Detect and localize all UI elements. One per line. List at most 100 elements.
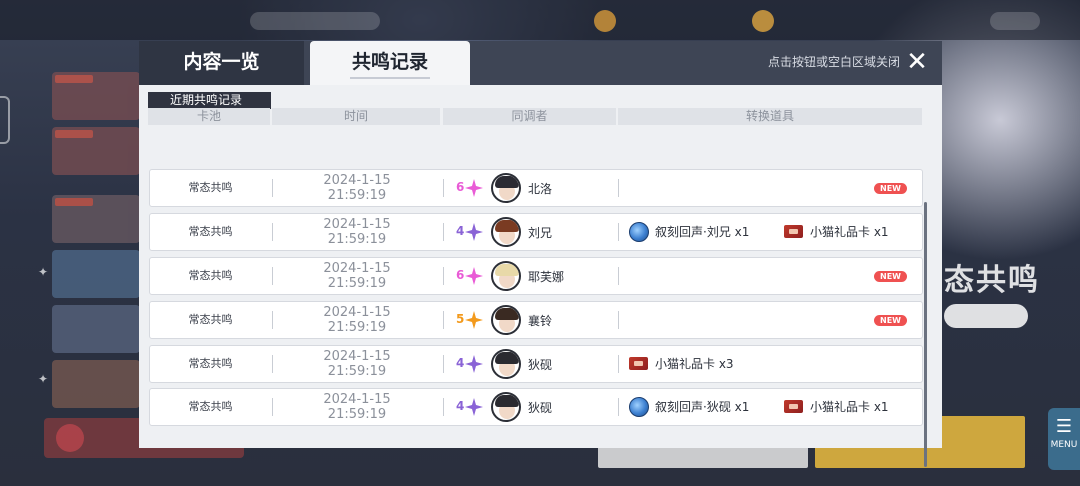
plus-icon: ✦: [38, 372, 49, 386]
item-label: 小猫礼品卡 x3: [655, 357, 734, 371]
gift-card-icon: [784, 225, 803, 238]
pool-name: 常态共鸣: [188, 225, 233, 238]
record-date: 2024-1-15: [323, 349, 391, 364]
event-banner[interactable]: [52, 250, 140, 298]
conversion-item: 叙刻回声·狄砚 x1: [629, 397, 750, 417]
record-date: 2024-1-15: [323, 305, 391, 320]
record-date: 2024-1-15: [323, 217, 391, 232]
scrollbar[interactable]: [924, 202, 927, 467]
currency-icon: [752, 10, 774, 32]
close-hint: 点击按钮或空白区域关闭: [767, 55, 900, 69]
pool-name: 常态共鸣: [188, 400, 233, 413]
resonator-avatar: [491, 217, 521, 247]
event-banner[interactable]: [52, 305, 140, 353]
pool-name: 常态共鸣: [188, 357, 233, 370]
record-date: 2024-1-15: [323, 392, 391, 407]
star-icon: [465, 267, 483, 285]
record-time: 2024-1-15 21:59:19: [272, 392, 442, 422]
left-edge-tab[interactable]: [0, 96, 10, 144]
table-row[interactable]: 常态共鸣 2024-1-15 21:59:19 4 刘兄 叙刻回声·刘兄 x1 …: [149, 213, 923, 251]
tab-content-overview[interactable]: 内容一览: [139, 41, 304, 85]
resonator-avatar: [491, 261, 521, 291]
table-row[interactable]: 常态共鸣 2024-1-15 21:59:19 5 襄铃 NEW: [149, 301, 923, 339]
resonator-name: 狄砚: [528, 358, 553, 372]
table-row[interactable]: 常态共鸣 2024-1-15 21:59:19 6 耶芙娜 NEW: [149, 257, 923, 295]
item-label: 叙刻回声·狄砚 x1: [655, 400, 750, 414]
record-time: 2024-1-15 21:59:19: [272, 217, 442, 247]
pool-name: 常态共鸣: [188, 313, 233, 326]
divider: [618, 398, 619, 416]
event-banner[interactable]: [52, 195, 140, 243]
divider: [618, 223, 619, 241]
record-time: 2024-1-15 21:59:19: [272, 305, 442, 335]
star-icon: [465, 223, 483, 241]
resonator-name: 狄砚: [528, 401, 553, 415]
event-banner[interactable]: [52, 360, 140, 408]
tab-label: 共鸣记录: [351, 51, 428, 73]
event-banner[interactable]: [52, 127, 140, 175]
resonator-name: 襄铃: [528, 314, 553, 328]
resonance-record-dialog: 内容一览 共鸣记录 点击按钮或空白区域关闭 ✕ 近期共鸣记录 卡池 时间 同调者…: [139, 41, 942, 467]
divider: [443, 355, 444, 373]
section-label: 近期共鸣记录: [148, 92, 271, 109]
status-chip: [990, 12, 1040, 30]
record-clock: 21:59:19: [327, 232, 387, 247]
resonator-name: 北洛: [528, 182, 553, 196]
conversion-item: 小猫礼品卡 x3: [629, 356, 734, 374]
top-status-bar: [0, 0, 1080, 40]
record-clock: 21:59:19: [327, 364, 387, 379]
close-icon[interactable]: ✕: [904, 49, 930, 75]
event-banner[interactable]: [52, 72, 140, 120]
background-detail-button[interactable]: [944, 304, 1028, 328]
divider: [443, 311, 444, 329]
record-time: 2024-1-15 21:59:19: [272, 261, 442, 291]
divider: [443, 179, 444, 197]
resonator-avatar: [491, 349, 521, 379]
menu-label: MENU: [1050, 440, 1078, 450]
echo-icon: [629, 397, 649, 417]
new-badge: NEW: [874, 183, 907, 194]
divider: [443, 398, 444, 416]
star-icon: [465, 398, 483, 416]
background-pool-title: 态共鸣: [944, 263, 1040, 298]
currency-icon: [594, 10, 616, 32]
record-clock: 21:59:19: [327, 276, 387, 291]
table-row[interactable]: 常态共鸣 2024-1-15 21:59:19 6 北洛 NEW: [149, 169, 923, 207]
record-clock: 21:59:19: [327, 407, 387, 422]
divider: [618, 267, 619, 285]
echo-icon: [629, 222, 649, 242]
divider: [618, 311, 619, 329]
star-icon: [465, 179, 483, 197]
table-row[interactable]: 常态共鸣 2024-1-15 21:59:19 4 狄砚 小猫礼品卡 x3: [149, 345, 923, 383]
record-clock: 21:59:19: [327, 320, 387, 335]
conversion-item: 小猫礼品卡 x1: [784, 224, 889, 242]
record-panel: 近期共鸣记录 卡池 时间 同调者 转换道具 常态共鸣 2024-1-15 21:…: [139, 85, 942, 467]
divider: [443, 223, 444, 241]
column-header-resonator: 同调者: [443, 108, 616, 125]
menu-button[interactable]: ☰ MENU: [1048, 408, 1080, 470]
column-header-time: 时间: [272, 108, 440, 125]
new-badge: NEW: [874, 315, 907, 326]
gift-card-icon: [629, 357, 648, 370]
tab-resonance-record[interactable]: 共鸣记录: [310, 41, 470, 85]
resonator-avatar: [491, 305, 521, 335]
dialog-tab-bar: 内容一览 共鸣记录 点击按钮或空白区域关闭 ✕: [139, 41, 942, 85]
record-time: 2024-1-15 21:59:19: [272, 173, 442, 203]
status-chip: [250, 12, 380, 30]
table-row[interactable]: 常态共鸣 2024-1-15 21:59:19 4 狄砚 叙刻回声·狄砚 x1 …: [149, 388, 923, 426]
divider: [443, 267, 444, 285]
resonator-avatar: [491, 173, 521, 203]
record-date: 2024-1-15: [323, 261, 391, 276]
record-clock: 21:59:19: [327, 188, 387, 203]
pool-name: 常态共鸣: [188, 269, 233, 282]
resonator-name: 耶芙娜: [528, 270, 565, 284]
divider: [618, 355, 619, 373]
plus-icon: ✦: [38, 265, 49, 279]
gift-card-icon: [784, 400, 803, 413]
column-header-items: 转换道具: [618, 108, 922, 125]
menu-icon: ☰: [1055, 416, 1073, 437]
new-badge: NEW: [874, 271, 907, 282]
item-label: 小猫礼品卡 x1: [810, 225, 889, 239]
record-time: 2024-1-15 21:59:19: [272, 349, 442, 379]
conversion-item: 小猫礼品卡 x1: [784, 399, 889, 417]
